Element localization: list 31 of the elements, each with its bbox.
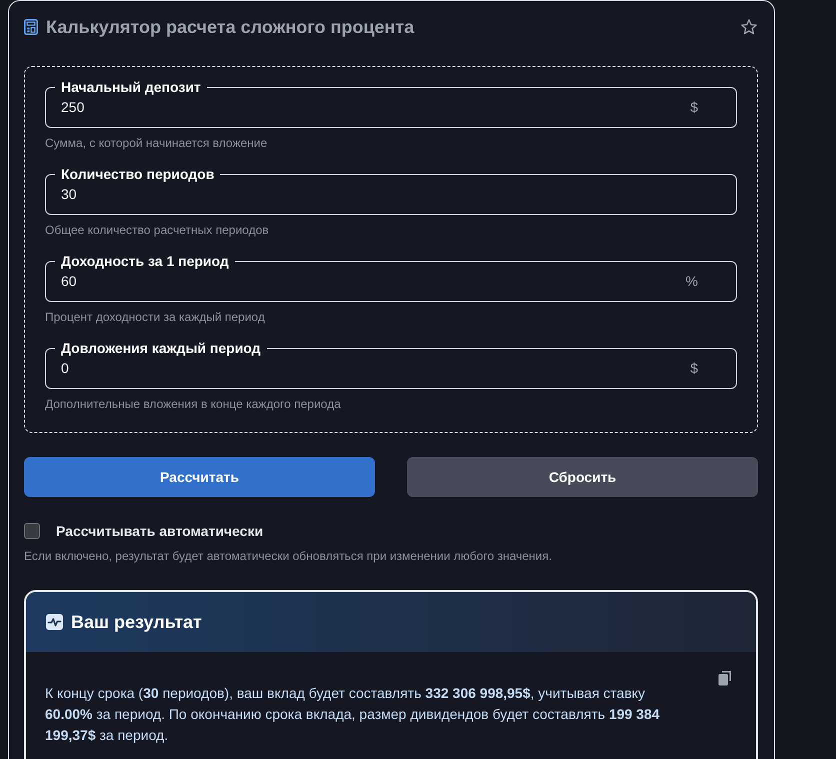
input-field[interactable]: Начальный депозит 250 $ [45,79,737,128]
card-title: Калькулятор расчета сложного процента [46,16,414,38]
field-hint: Сумма, с которой начинается вложение [45,136,268,150]
result-title: Ваш результат [71,612,202,632]
checkbox-label[interactable]: Рассчитывать автоматически [56,523,264,539]
unit-label: $ [690,99,698,115]
calculate-button[interactable]: Рассчитать [24,457,375,497]
input-field[interactable]: Довложения каждый период 0 $ [45,340,737,389]
field-value: 0 [61,360,70,376]
result-text: К концу срока (30 периодов), ваш вклад будет составлять 332 306 998,95$, учитывая ставку 60.00% за период. По окончанию срока вклада, размер дивидендов будет составлять 199 384 199,37$ за период. [45,684,661,745]
star-icon[interactable] [741,19,757,35]
unit-label: % [686,273,698,289]
field-label: Доходность за 1 период [60,253,230,269]
checkbox-hint: Если включено, результат будет автоматически обновляться при изменении любого значения. [24,549,553,563]
calculator-icon [24,19,38,35]
field-hint: Процент доходности за каждый период [45,310,266,324]
pulse-icon [46,614,63,630]
field-label: Количество периодов [60,166,216,182]
copy-icon[interactable] [718,670,732,686]
input-field[interactable]: Доходность за 1 период 60 % [45,253,737,302]
field-hint: Общее количество расчетных периодов [45,223,270,237]
field-value: 250 [61,99,86,115]
reset-button[interactable]: Сбросить [407,457,758,497]
field-value: 60 [61,273,78,289]
checkbox[interactable] [24,523,40,539]
field-label: Начальный депозит [60,79,202,95]
field-value: 30 [61,186,78,202]
unit-label: $ [690,360,698,376]
input-field[interactable]: Количество периодов 30 [45,166,737,215]
field-hint: Дополнительные вложения в конце каждого периода [45,397,342,411]
field-label: Довложения каждый период [60,340,262,356]
